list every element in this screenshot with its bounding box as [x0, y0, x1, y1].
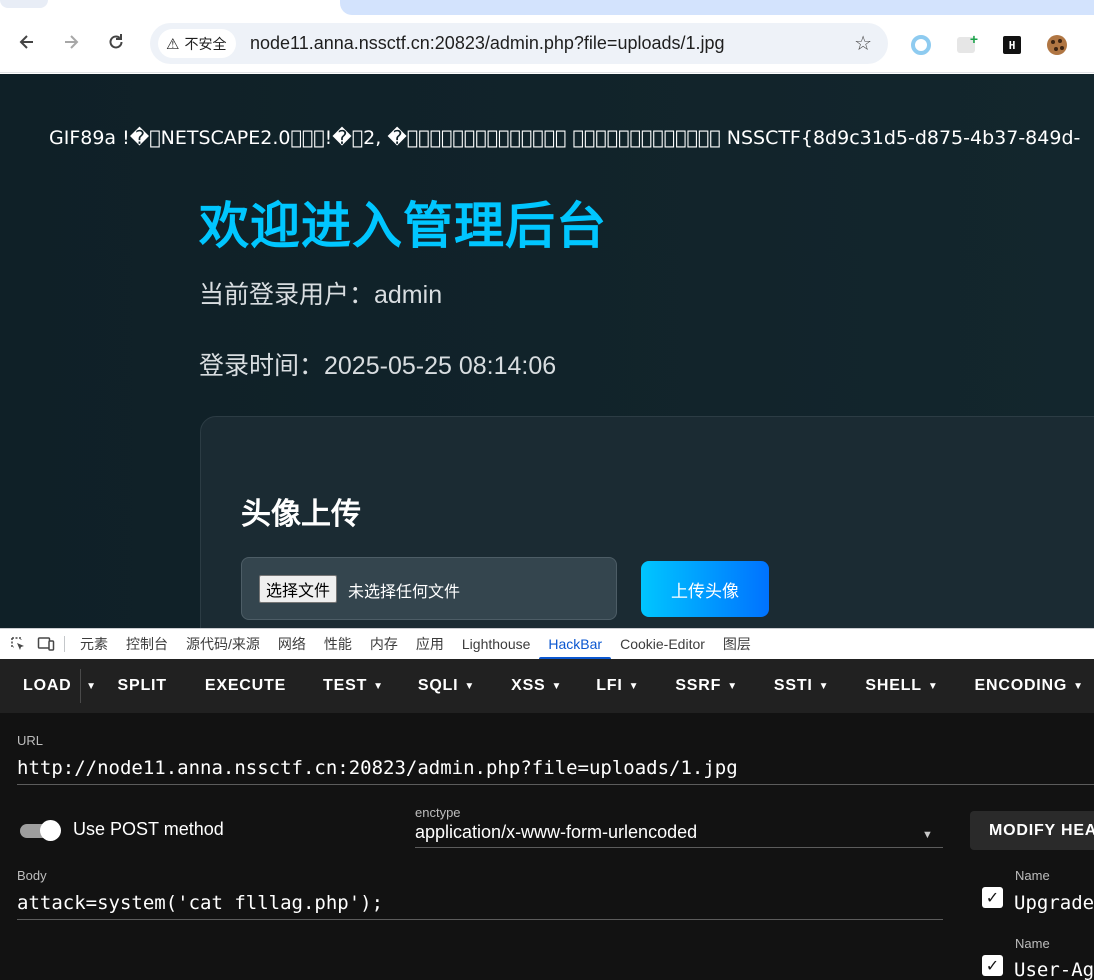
lfi-menu[interactable]: LFI ▼ — [596, 659, 639, 713]
chevron-down-icon: ▼ — [927, 680, 939, 692]
load-dropdown-icon[interactable]: ▼ — [79, 669, 102, 703]
upload-avatar-button[interactable]: 上传头像 — [641, 561, 769, 617]
inspect-element-icon[interactable] — [4, 629, 32, 660]
modify-headers-button[interactable]: MODIFY HEA — [970, 811, 1094, 850]
login-time-text: 登录时间：2025-05-25 08:14:06 — [199, 352, 557, 380]
avatar-upload-card: 头像上传 选择文件 未选择任何文件 上传头像 — [200, 416, 1094, 628]
security-chip[interactable]: ⚠ 不安全 — [158, 29, 237, 58]
url-input[interactable]: http://node11.anna.nssctf.cn:20823/admin… — [17, 757, 738, 779]
gif-output-text: GIF89a !� NETSCAPE2.0 !�2, �… — [49, 127, 1081, 149]
hackbar-extension-icon[interactable]: H — [1001, 34, 1023, 56]
tab-layers[interactable]: 图层 — [714, 629, 760, 660]
execute-button[interactable]: EXECUTE — [205, 659, 286, 713]
header-name-label-2: Name — [1015, 936, 1050, 951]
file-input[interactable]: 选择文件 未选择任何文件 — [241, 557, 617, 620]
bookmark-star-icon[interactable]: ☆ — [854, 31, 872, 56]
chevron-down-icon: ▼ — [628, 680, 640, 692]
tab-lighthouse[interactable]: Lighthouse — [453, 629, 540, 660]
ssrf-menu[interactable]: SSRF ▼ — [675, 659, 738, 713]
body-input[interactable]: attack=system('cat flllag.php'); — [17, 892, 383, 914]
ssti-menu-label: SSTI — [773, 677, 813, 694]
tab-elements[interactable]: 元素 — [71, 629, 117, 660]
tab-network[interactable]: 网络 — [269, 629, 315, 660]
xss-menu-label: XSS — [511, 677, 546, 694]
test-menu-label: TEST — [323, 677, 368, 694]
encoding-menu-label: ENCODING — [974, 677, 1068, 694]
chevron-down-icon: ▼ — [727, 680, 738, 692]
post-method-label: Use POST method — [73, 819, 224, 839]
forward-icon[interactable] — [56, 27, 86, 57]
address-bar[interactable]: ⚠ 不安全 node11.anna.nssctf.cn:20823/admin.… — [150, 23, 888, 64]
header-checkbox-1[interactable]: ✓ — [982, 887, 1003, 908]
enctype-label: enctype — [415, 805, 461, 820]
tab-performance[interactable]: 性能 — [315, 629, 361, 660]
body-underline — [17, 919, 943, 920]
tab-application[interactable]: 应用 — [407, 629, 453, 660]
device-toolbar-icon[interactable] — [32, 629, 60, 660]
extension-ring-icon[interactable] — [910, 34, 932, 56]
tab-strip — [0, 0, 1094, 15]
enctype-select[interactable]: application/x-www-form-urlencoded — [415, 822, 697, 843]
hackbar-panel: URL http://node11.anna.nssctf.cn:20823/a… — [0, 713, 1094, 980]
post-method-toggle[interactable] — [18, 820, 63, 841]
extension-add-icon[interactable]: + — [955, 31, 978, 56]
address-text[interactable]: node11.anna.nssctf.cn:20823/admin.php?fi… — [250, 33, 725, 54]
page-content: GIF89a !� NETSCAPE2.0 !�2, �… — [0, 74, 1094, 628]
chevron-down-icon: ▼ — [1073, 680, 1084, 692]
lfi-menu-label: LFI — [596, 677, 623, 694]
body-label: Body — [17, 868, 47, 883]
header-name-label-1: Name — [1015, 868, 1050, 883]
back-icon[interactable] — [12, 27, 42, 57]
ssti-menu[interactable]: SSTI ▼ — [774, 659, 829, 713]
url-underline — [17, 784, 1094, 785]
chevron-down-icon[interactable]: ▼ — [922, 829, 933, 841]
chevron-down-icon: ▼ — [373, 680, 384, 692]
enctype-underline — [415, 847, 943, 848]
divider — [64, 636, 65, 652]
page-title: 欢迎进入管理后台 — [199, 198, 607, 254]
xss-menu[interactable]: XSS ▼ — [511, 659, 562, 713]
file-status-text: 未选择任何文件 — [348, 584, 461, 601]
upload-title: 头像上传 — [241, 498, 361, 531]
tab-memory[interactable]: 内存 — [361, 629, 407, 660]
cookie-editor-icon[interactable] — [1046, 34, 1068, 56]
tab-cookie-editor[interactable]: Cookie-Editor — [611, 629, 714, 660]
url-label: URL — [17, 733, 44, 748]
tab-hackbar[interactable]: HackBar — [539, 629, 611, 660]
sqli-menu[interactable]: SQLI ▼ — [418, 659, 475, 713]
header-checkbox-2[interactable]: ✓ — [982, 955, 1003, 976]
browser-toolbar: ⚠ 不安全 node11.anna.nssctf.cn:20823/admin.… — [0, 15, 1094, 73]
split-button[interactable]: SPLIT — [118, 659, 167, 713]
ssrf-menu-label: SSRF — [675, 677, 722, 694]
security-label: 不安全 — [184, 35, 227, 52]
reload-icon[interactable] — [101, 27, 131, 57]
encoding-menu[interactable]: ENCODING ▼ — [975, 659, 1084, 713]
chevron-down-icon: ▼ — [464, 680, 476, 692]
active-tab[interactable] — [340, 0, 1094, 15]
tab-sources[interactable]: 源代码/来源 — [177, 629, 269, 660]
tab-console[interactable]: 控制台 — [117, 629, 177, 660]
test-menu[interactable]: TEST ▼ — [323, 659, 384, 713]
sqli-menu-label: SQLI — [417, 677, 459, 694]
devtools-tabbar: 元素 控制台 源代码/来源 网络 性能 内存 应用 Lighthouse Hac… — [0, 628, 1094, 660]
warning-icon: ⚠ — [166, 35, 180, 53]
shell-menu-label: SHELL — [865, 677, 922, 694]
load-button[interactable]: LOAD — [23, 659, 72, 713]
hackbar-menu: LOAD ▼ SPLIT EXECUTE TEST ▼ SQLI ▼ XSS ▼ LF… — [0, 659, 1094, 713]
inactive-tab[interactable] — [0, 0, 48, 8]
shell-menu[interactable]: SHELL ▼ — [865, 659, 938, 713]
choose-file-button[interactable]: 选择文件 — [259, 575, 338, 603]
chevron-down-icon: ▼ — [551, 680, 563, 692]
header-name-input-2[interactable]: User-Age — [1014, 959, 1094, 980]
chevron-down-icon: ▼ — [818, 680, 830, 692]
header-name-input-1[interactable]: Upgrade- — [1014, 892, 1094, 914]
current-user-text: 当前登录用户：admin — [199, 281, 443, 309]
